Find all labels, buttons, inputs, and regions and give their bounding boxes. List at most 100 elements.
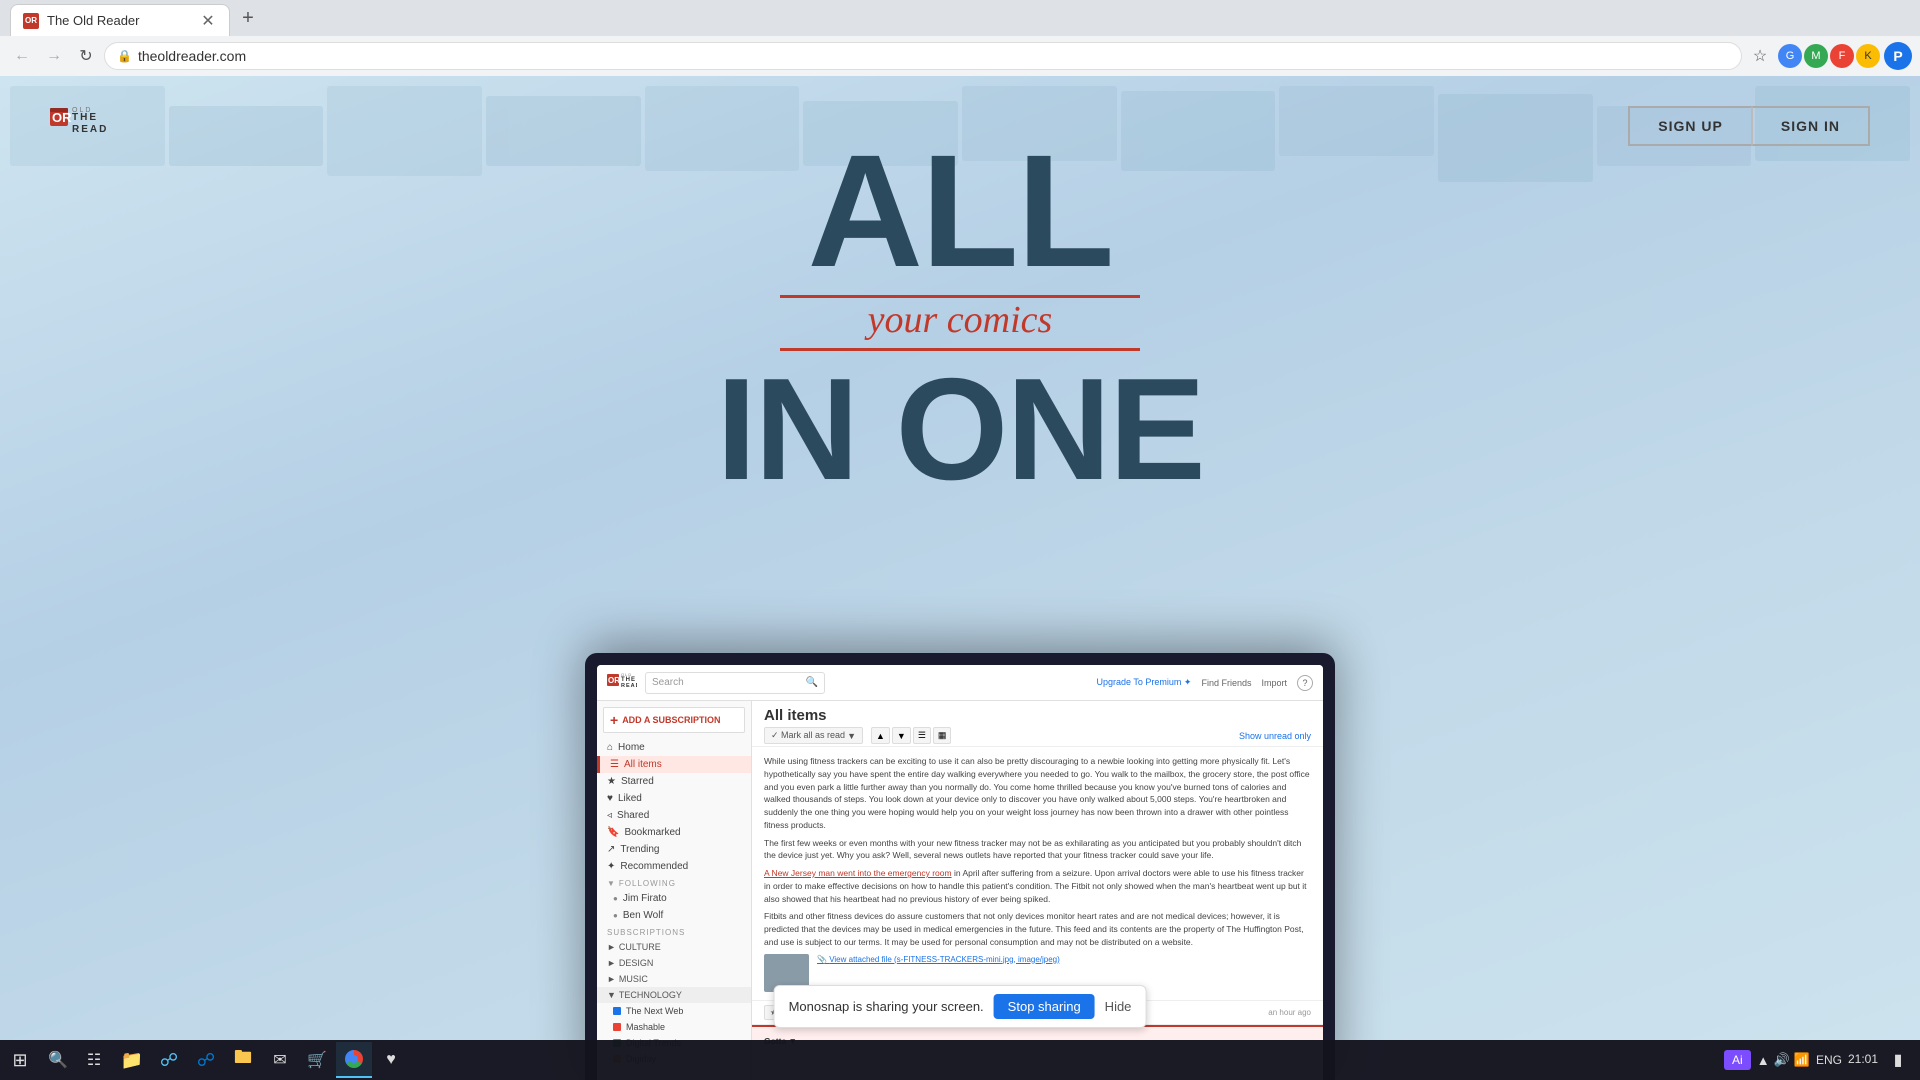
bookmark-icon[interactable]: ☆ — [1746, 42, 1774, 70]
sidebar-item-bookmarked[interactable]: 🔖 Bookmarked — [597, 824, 751, 841]
taskbar-icon-folder[interactable]: 🖿 — [225, 1042, 261, 1078]
following-section-header[interactable]: ▼ FOLLOWING — [597, 875, 751, 890]
taskbar-icon-edge[interactable]: ☍ — [151, 1042, 187, 1078]
user-icon-1: ● — [613, 894, 618, 903]
sidebar-item-home[interactable]: ⌂ Home — [597, 739, 751, 756]
sidebar-item-trending[interactable]: ↗ Trending — [597, 841, 751, 858]
trending-icon: ↗ — [607, 844, 615, 855]
svg-text:OLD: OLD — [72, 107, 92, 114]
tab-favicon: OR — [23, 13, 39, 29]
content-toolbar: ✓ Mark all as read ▼ ▲ ▼ ☰ ▦ Show unread… — [764, 727, 1311, 744]
import-link[interactable]: Import — [1261, 678, 1287, 688]
music-expand-icon: ► — [607, 974, 616, 984]
music-category[interactable]: ► MUSIC — [597, 971, 751, 987]
sidebar-item-all[interactable]: ☰ All items — [597, 756, 751, 773]
task-view-button[interactable]: ☷ — [76, 1042, 112, 1078]
taskbar-icon-ie[interactable]: ☍ — [188, 1042, 224, 1078]
taskbar-icon-extra[interactable]: ♥ — [373, 1042, 409, 1078]
article-para-3: A New Jersey man went into the emergency… — [764, 867, 1311, 905]
following-chevron: ▼ — [607, 879, 616, 888]
taskbar-icon-explorer[interactable]: 📁 — [114, 1042, 150, 1078]
design-category[interactable]: ► DESIGN — [597, 955, 751, 971]
language-indicator[interactable]: ENG — [1816, 1053, 1842, 1067]
taskbar-search[interactable]: 🔍 — [40, 1042, 76, 1078]
tech-next-web[interactable]: The Next Web — [597, 1003, 751, 1019]
article-para-2: The first few weeks or even months with … — [764, 837, 1311, 863]
ext-icon-2[interactable]: M — [1804, 44, 1828, 68]
stop-sharing-button[interactable]: Stop sharing — [994, 994, 1095, 1019]
technology-category[interactable]: ▼ TECHNOLOGY — [597, 987, 751, 1003]
view-list-btn[interactable]: ☰ — [913, 727, 931, 744]
taskbar-icon-chrome[interactable] — [336, 1042, 372, 1078]
ext-icon-3[interactable]: F — [1830, 44, 1854, 68]
subscriptions-section-header[interactable]: SUBSCRIPTIONS — [597, 924, 751, 939]
content-title: All items — [764, 707, 1311, 724]
view-grid-btn[interactable]: ▦ — [933, 727, 952, 744]
hide-button[interactable]: Hide — [1105, 999, 1132, 1014]
ai-badge[interactable]: Ai — [1724, 1050, 1751, 1070]
sidebar-item-liked[interactable]: ♥ Liked — [597, 790, 751, 807]
address-bar-row: ← → ↻ 🔒 theoldreader.com ☆ G M F K P — [0, 36, 1920, 76]
notification-icon[interactable]: ▮ — [1884, 1046, 1912, 1074]
content-view-controls: ▲ ▼ ☰ ▦ — [871, 727, 951, 744]
feed-icon-2 — [613, 1023, 621, 1031]
show-unread-label[interactable]: Show unread only — [1239, 731, 1311, 741]
culture-category[interactable]: ► CULTURE — [597, 939, 751, 955]
shared-icon: ◃ — [607, 810, 612, 821]
content-header: All items ✓ Mark all as read ▼ ▲ ▼ ☰ ▦ — [752, 701, 1323, 747]
help-icon[interactable]: ? — [1297, 675, 1313, 691]
tech-mashable[interactable]: Mashable — [597, 1019, 751, 1035]
attachment-icon: 📎 — [817, 955, 827, 964]
add-subscription-button[interactable]: + ADD A SUBSCRIPTION — [603, 707, 745, 733]
sidebar-item-starred[interactable]: ★ Starred — [597, 773, 751, 790]
mockup-topbar: OR THE OLD READER Search 🔍 Upgrade To Pr… — [597, 665, 1323, 701]
culture-expand-icon: ► — [607, 942, 616, 952]
article-link[interactable]: A New Jersey man went into the emergency… — [764, 868, 952, 878]
taskbar-right: Ai ▲ 🔊 📶 ENG 21:01 ▮ — [1716, 1046, 1920, 1074]
time-display: 21:01 — [1848, 1052, 1878, 1068]
plus-icon: + — [610, 712, 618, 728]
following-ben[interactable]: ● Ben Wolf — [597, 907, 751, 924]
profile-circle[interactable]: P — [1884, 42, 1912, 70]
tab-close-icon[interactable]: ✕ — [199, 12, 217, 30]
svg-text:READER: READER — [621, 683, 637, 689]
taskbar-clock[interactable]: 21:01 — [1848, 1052, 1878, 1068]
sidebar-item-recommended[interactable]: ✦ Recommended — [597, 858, 751, 875]
back-button[interactable]: ← — [8, 42, 36, 70]
start-button[interactable]: ⊞ — [0, 1040, 40, 1080]
upgrade-link[interactable]: Upgrade To Premium ✦ — [1097, 677, 1192, 688]
ext-icon-4[interactable]: K — [1856, 44, 1880, 68]
technology-expand-icon: ▼ — [607, 990, 616, 1000]
search-icon: 🔍 — [806, 677, 818, 688]
sidebar-item-shared[interactable]: ◃ Shared — [597, 807, 751, 824]
mockup-logo[interactable]: OR THE OLD READER — [607, 671, 637, 695]
view-down-btn[interactable]: ▼ — [892, 727, 911, 744]
tray-icon-1[interactable]: ▲ — [1757, 1053, 1770, 1068]
view-up-btn[interactable]: ▲ — [871, 727, 890, 744]
active-tab[interactable]: OR The Old Reader ✕ — [10, 4, 230, 36]
extension-icons: G M F K — [1778, 44, 1880, 68]
mockup-search-box[interactable]: Search 🔍 — [645, 672, 825, 694]
tray-icon-3[interactable]: 📶 — [1794, 1052, 1810, 1068]
following-jim[interactable]: ● Jim Firato — [597, 890, 751, 907]
taskbar-icon-store[interactable]: 🛒 — [299, 1042, 335, 1078]
svg-text:OR: OR — [52, 110, 72, 125]
lock-icon: 🔒 — [117, 49, 132, 63]
taskbar-icon-mail[interactable]: ✉ — [262, 1042, 298, 1078]
mark-all-read-button[interactable]: ✓ Mark all as read ▼ — [764, 727, 863, 744]
home-icon: ⌂ — [607, 742, 613, 753]
new-tab-button[interactable]: + — [232, 2, 264, 34]
reload-button[interactable]: ↻ — [72, 42, 100, 70]
tray-icon-2[interactable]: 🔊 — [1774, 1052, 1790, 1068]
address-box[interactable]: 🔒 theoldreader.com — [104, 42, 1742, 70]
bookmarked-icon: 🔖 — [607, 827, 619, 838]
article-body: While using fitness trackers can be exci… — [752, 747, 1323, 1000]
monosnap-message: Monosnap is sharing your screen. — [789, 999, 984, 1014]
tab-title: The Old Reader — [47, 13, 140, 28]
forward-button[interactable]: → — [40, 42, 68, 70]
article-footer-link[interactable]: 📎 View attached file (s-FITNESS-TRACKERS… — [817, 954, 1060, 966]
time-ago: an hour ago — [1268, 1008, 1311, 1017]
find-friends-link[interactable]: Find Friends — [1201, 678, 1251, 688]
ext-icon-1[interactable]: G — [1778, 44, 1802, 68]
design-expand-icon: ► — [607, 958, 616, 968]
